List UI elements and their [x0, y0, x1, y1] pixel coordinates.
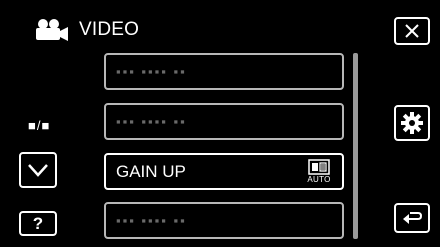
- menu-item-label: ▪▪▪ ▪▪▪▪ ▪▪: [116, 114, 187, 129]
- scroll-down-button[interactable]: [19, 152, 57, 188]
- page-title: VIDEO: [79, 19, 140, 40]
- menu-item[interactable]: ▪▪▪ ▪▪▪▪ ▪▪: [104, 202, 344, 239]
- gear-icon: [401, 112, 423, 134]
- auto-label: AUTO: [307, 175, 331, 184]
- page-indicator: ■/■: [28, 118, 51, 133]
- back-button[interactable]: [394, 203, 430, 233]
- scrollbar[interactable]: [353, 53, 358, 239]
- gain-icon: [308, 159, 330, 175]
- menu-item-label: ▪▪▪ ▪▪▪▪ ▪▪: [116, 213, 187, 228]
- close-icon: [405, 24, 419, 38]
- menu-item-label: ▪▪▪ ▪▪▪▪ ▪▪: [116, 64, 187, 79]
- return-icon: [403, 212, 423, 224]
- menu-item[interactable]: ▪▪▪ ▪▪▪▪ ▪▪: [104, 53, 344, 90]
- video-camera-icon: [36, 19, 68, 41]
- chevron-down-icon: [28, 164, 48, 177]
- help-button[interactable]: ?: [19, 211, 57, 236]
- header: VIDEO: [33, 18, 139, 42]
- menu-item-gain-up[interactable]: GAIN UP AUTO: [104, 153, 344, 190]
- menu-item[interactable]: ▪▪▪ ▪▪▪▪ ▪▪: [104, 103, 344, 140]
- auto-gain-icon: AUTO: [306, 159, 332, 186]
- close-button[interactable]: [394, 17, 430, 45]
- menu-item-label: GAIN UP: [116, 161, 186, 181]
- settings-button[interactable]: [394, 105, 430, 141]
